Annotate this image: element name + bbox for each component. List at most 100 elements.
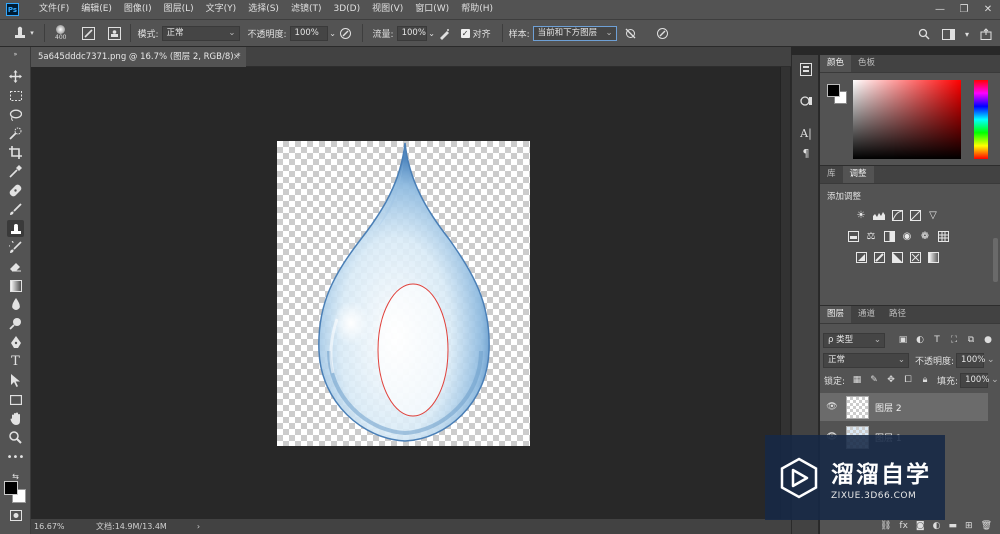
ignore-adjustment-layers-icon[interactable] <box>623 25 639 41</box>
foreground-color-swatch[interactable] <box>4 481 18 495</box>
hue-saturation-icon[interactable] <box>846 229 860 243</box>
layer-row[interactable]: 👁︎ 图层 2 <box>820 393 988 421</box>
menu-view[interactable]: 视图(V) <box>366 0 409 19</box>
link-layers-icon[interactable]: ⛓ <box>880 521 891 531</box>
foreground-color-swatch[interactable] <box>827 84 840 97</box>
layer-style-icon[interactable]: fx <box>899 521 908 531</box>
canvas-area[interactable] <box>31 67 780 519</box>
dodge-tool-icon[interactable] <box>7 315 24 332</box>
lasso-tool-icon[interactable] <box>7 106 24 123</box>
minimize-button[interactable]: — <box>928 0 952 19</box>
tab-paths[interactable]: 路径 <box>882 306 913 323</box>
pressure-opacity-icon[interactable] <box>338 25 354 41</box>
brush-preset-picker[interactable]: 400 <box>55 25 66 41</box>
toolbar-collapse-icon[interactable]: » <box>7 51 24 58</box>
tab-swatches[interactable]: 色板 <box>851 55 882 72</box>
new-layer-icon[interactable]: ⊞ <box>965 521 973 531</box>
close-button[interactable]: ✕ <box>976 0 1000 19</box>
eye-icon[interactable]: 👁︎ <box>825 402 839 412</box>
status-menu-arrow-icon[interactable]: › <box>197 522 200 531</box>
invert-icon[interactable] <box>854 250 868 264</box>
type-tool-icon[interactable]: T <box>7 353 24 370</box>
filter-shape-icon[interactable]: ⛶ <box>948 334 960 346</box>
clone-source-panel-icon[interactable] <box>106 25 122 41</box>
tab-color[interactable]: 颜色 <box>820 55 852 72</box>
hand-tool-icon[interactable] <box>7 410 24 427</box>
photo-filter-icon[interactable]: ◉ <box>900 229 914 243</box>
menu-type[interactable]: 文字(Y) <box>200 0 243 19</box>
quick-selection-tool-icon[interactable] <box>7 125 24 142</box>
color-lookup-icon[interactable] <box>936 229 950 243</box>
path-selection-tool-icon[interactable] <box>7 372 24 389</box>
opacity-chevron-icon[interactable]: ⌄ <box>328 25 338 41</box>
channel-mixer-icon[interactable]: ❁ <box>918 229 932 243</box>
eyedropper-tool-icon[interactable] <box>7 163 24 180</box>
properties-panel-icon[interactable] <box>798 93 814 109</box>
tab-adjustments[interactable]: 调整 <box>842 166 874 183</box>
color-picker-field[interactable] <box>853 80 961 159</box>
filter-pixel-icon[interactable]: ▣ <box>897 334 909 346</box>
tool-preset-chevron-icon[interactable]: ▾ <box>28 25 36 41</box>
airbrush-icon[interactable] <box>437 25 453 41</box>
menu-edit[interactable]: 编辑(E) <box>75 0 118 19</box>
delete-layer-icon[interactable]: 🗑︎ <box>981 521 992 531</box>
history-brush-tool-icon[interactable] <box>7 239 24 256</box>
color-balance-icon[interactable]: ⚖ <box>864 229 878 243</box>
menu-file[interactable]: 文件(F) <box>33 0 75 19</box>
exposure-icon[interactable] <box>908 208 922 222</box>
selective-color-icon[interactable] <box>908 250 922 264</box>
filter-toggle-icon[interactable]: ● <box>982 334 994 346</box>
lock-pixels-icon[interactable]: ✎ <box>868 374 880 386</box>
pressure-size-icon[interactable] <box>655 25 671 41</box>
menu-window[interactable]: 窗口(W) <box>409 0 455 19</box>
threshold-icon[interactable] <box>890 250 904 264</box>
layer-filter-select[interactable]: ρ 类型 ⌄ <box>823 332 885 348</box>
close-tab-icon[interactable]: × <box>233 47 240 67</box>
menu-filter[interactable]: 滤镜(T) <box>285 0 328 19</box>
fill-chevron-icon[interactable]: ⌄ <box>991 375 999 385</box>
lock-all-icon[interactable]: 🔒︎ <box>919 374 931 386</box>
blur-tool-icon[interactable] <box>7 296 24 313</box>
menu-help[interactable]: 帮助(H) <box>455 0 499 19</box>
aligned-checkbox[interactable]: ✓ 对齐 <box>460 27 494 40</box>
zoom-level[interactable]: 16.67% <box>34 522 92 531</box>
flow-chevron-icon[interactable]: ⌄ <box>427 25 437 41</box>
more-tools-icon[interactable]: ••• <box>7 449 25 466</box>
vibrance-icon[interactable]: ▽ <box>926 208 940 222</box>
tab-channels[interactable]: 通道 <box>851 306 882 323</box>
lock-transparent-icon[interactable]: ▦ <box>851 374 863 386</box>
hue-slider[interactable] <box>974 80 988 159</box>
tab-layers[interactable]: 图层 <box>820 306 852 323</box>
history-panel-icon[interactable] <box>798 61 814 77</box>
lock-artboard-icon[interactable]: ⧠ <box>902 374 914 386</box>
layer-name[interactable]: 图层 2 <box>875 401 902 414</box>
menu-3d[interactable]: 3D(D) <box>327 0 366 19</box>
sample-select[interactable]: 当前和下方图层 ⌄ <box>532 25 617 41</box>
layer-opacity-field[interactable]: 100% <box>956 352 985 368</box>
character-panel-icon[interactable]: A| <box>798 125 814 141</box>
tab-libraries[interactable]: 库 <box>820 166 843 183</box>
filter-adjustment-icon[interactable]: ◐ <box>914 334 926 346</box>
marquee-tool-icon[interactable] <box>7 87 24 104</box>
restore-button[interactable]: ❐ <box>952 0 976 19</box>
menu-select[interactable]: 选择(S) <box>242 0 285 19</box>
mode-select[interactable]: 正常 ⌄ <box>161 25 240 41</box>
opacity-field[interactable]: 100% <box>289 25 328 41</box>
curves-icon[interactable] <box>890 208 904 222</box>
levels-icon[interactable] <box>872 208 886 222</box>
brush-tool-icon[interactable] <box>7 201 24 218</box>
layer-mask-icon[interactable]: ◙ <box>916 521 925 531</box>
move-tool-icon[interactable] <box>7 68 24 85</box>
brush-settings-icon[interactable] <box>80 25 96 41</box>
lock-position-icon[interactable]: ✥ <box>885 374 897 386</box>
healing-brush-tool-icon[interactable] <box>7 182 24 199</box>
color-swatches[interactable] <box>4 481 26 503</box>
fill-field[interactable]: 100% <box>960 372 989 388</box>
filter-smart-object-icon[interactable]: ⧉ <box>965 334 977 346</box>
share-icon[interactable] <box>978 26 994 42</box>
pen-tool-icon[interactable] <box>7 334 24 351</box>
new-adjustment-icon[interactable]: ◐ <box>933 521 941 531</box>
gradient-map-icon[interactable] <box>926 250 940 264</box>
search-icon[interactable] <box>916 26 932 42</box>
posterize-icon[interactable] <box>872 250 886 264</box>
